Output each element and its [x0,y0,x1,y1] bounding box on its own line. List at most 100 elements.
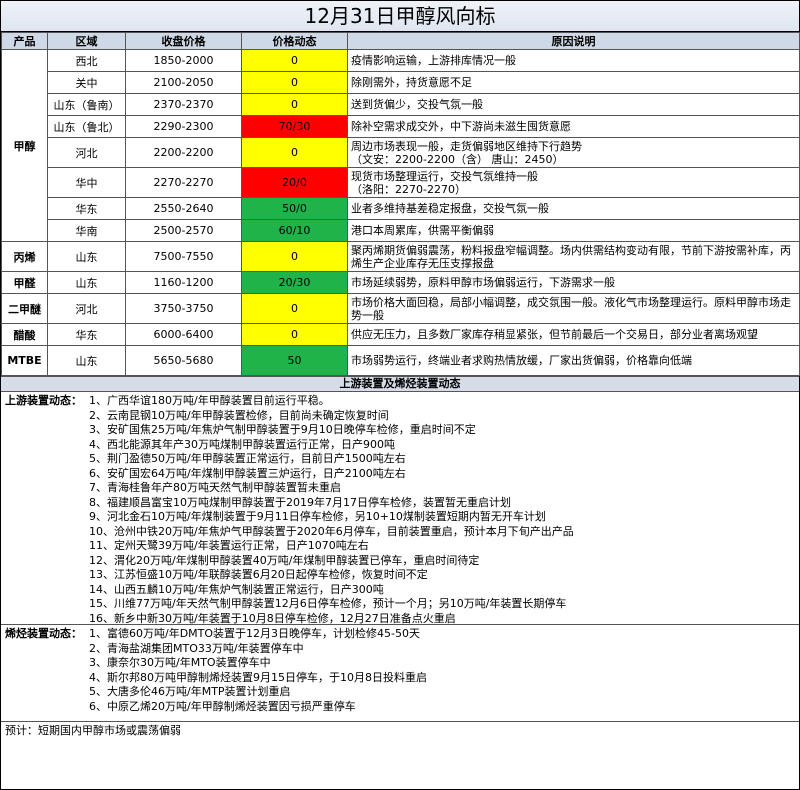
header-price: 收盘价格 [125,32,242,50]
reason-cell: 港口本周累库，供需平衡偏弱 [347,219,800,242]
list-item: 11、定州天鹭39万吨/年装置运行正常，日产1070吨左右 [89,539,369,552]
section-title: 上游装置及烯烃装置动态 [1,376,799,392]
reason-cell: 供应无压力，且多数厂家库存稍显紧张，但节前最后一个交易日，部分业者离场观望 [347,323,800,346]
upstream-label: 上游装置动态： [5,394,82,407]
region-cell: 西北 [47,49,126,72]
dynamic-cell: 60/10 [241,219,348,242]
forecast-text: 预计：短期国内甲醇市场或震荡偏弱 [5,724,181,737]
olefin-label: 烯烃装置动态： [5,627,82,640]
list-item: 4、斯尔邦80万吨甲醇制烯烃装置9月15日停车，于10月8日投料重启 [89,670,427,684]
region-cell: 河北 [47,293,126,324]
region-cell: 山东 [47,345,126,376]
region-cell: 华东 [47,323,126,346]
list-item: 5、大唐多伦46万吨/年MTP装置计划重启 [89,685,291,698]
report-sheet: 12月31日甲醇风向标 产品 区域 收盘价格 价格动态 原因说明 甲醇 西北 185… [0,0,800,790]
reason-cell: 市场延续弱势，原料甲醇市场偏弱运行，下游需求一般 [347,271,800,294]
table-row: 山东（鲁北） 2290-2300 70/30 除补空需求成交外，中下游尚未滋生囤货意愿 [2,115,800,138]
price-cell: 2290-2300 [125,115,242,138]
reason-cell: 除刚需外，持货意愿不足 [347,71,800,94]
dynamic-cell: 0 [241,71,348,94]
table-row: MTBE 山东 5650-5680 50 市场弱势运行，终端业者求购热情放缓，厂家出货偏… [1,345,800,376]
page-title: 12月31日甲醇风向标 [1,1,799,32]
region-cell: 华东 [47,197,126,220]
table-row: 关中 2100-2050 0 除刚需外，持货意愿不足 [2,71,800,94]
product-cell: 醋酸 [1,323,48,346]
dynamic-cell: 0 [241,93,348,116]
upstream-block: 上游装置动态： 1、广西华谊180万吨/年甲醇装置目前运行平稳。 2、云南昆钢10… [1,392,799,625]
table-row: 华南 2500-2570 60/10 港口本周累库，供需平衡偏弱 [2,219,800,242]
table-header-row: 产品 区域 收盘价格 价格动态 原因说明 [1,32,800,50]
olefin-list: 1、富德60万吨/年DMTO装置于12月3日晚停车，计划检修45-50天 2、青海… [89,627,795,714]
table-row: 甲醛 山东 1160-1200 20/30 市场延续弱势，原料甲醇市场偏弱运行，下游需求… [1,271,800,294]
product-cell: 甲醛 [1,271,48,294]
price-cell: 5650-5680 [125,345,242,376]
price-cell: 1850-2000 [125,49,242,72]
dynamic-cell: 0 [241,293,348,324]
dynamic-cell: 0 [241,49,348,72]
dynamic-cell: 50/0 [241,197,348,220]
region-cell: 山东 [47,241,126,272]
list-item: 3、安矿国焦25万吨/年焦炉气制甲醇装置于9月10日晚停车检修，重启时间不定 [89,423,476,436]
list-item: 7、青海桂鲁年产80万吨天然气制甲醇装置暂未重启 [89,481,341,494]
table-row: 醋酸 华东 6000-6400 0 供应无压力，且多数厂家库存稍显紧张，但节前最后一个交… [1,323,800,346]
region-cell: 山东 [47,271,126,294]
product-cell: MTBE [1,345,48,376]
list-item: 12、渭化20万吨/年煤制甲醇装置40万吨/年煤制甲醇装置已停车，重启时间待定 [89,553,480,567]
list-item: 6、中原乙烯20万吨/年甲醇制烯烃装置因亏损严重停车 [89,699,356,713]
list-item: 2、青海盐湖集团MTO33万吨/年装置停车中 [89,641,304,655]
table-row: 甲醇 西北 1850-2000 0 疫情影响运输，上游排库情况一般 [1,49,800,242]
reason-cell: 现货市场整理运行，交投气氛维持一般 （洛阳：2270-2270） [347,167,800,198]
table-row: 华中 2270-2270 20/0 现货市场整理运行，交投气氛维持一般 （洛阳：227… [2,167,800,198]
region-cell: 关中 [47,71,126,94]
dynamic-cell: 20/0 [241,167,348,198]
table-row: 河北 2200-2200 0 周边市场表现一般，走货偏弱地区维持下行趋势 （文安：22… [2,137,800,168]
table-row: 丙烯 山东 7500-7550 0 聚丙烯期货偏弱震荡，粉料报盘窄幅调整。场内供需结构变… [1,241,800,272]
region-cell: 河北 [47,137,126,168]
price-cell: 2550-2640 [125,197,242,220]
header-dynamic: 价格动态 [241,32,348,50]
dynamic-cell: 0 [241,137,348,168]
reason-cell: 疫情影响运输，上游排库情况一般 [347,49,800,72]
list-item: 14、山西五麟10万吨/年焦炉气制装置正常运行，日产300吨 [89,582,384,596]
reason-cell: 市场价格大面回稳，局部小幅调整，成交氛围一般。液化气市场整理运行。原料甲醇市场走… [347,293,800,324]
header-product: 产品 [1,32,48,50]
list-item: 2、云南昆钢10万吨/年甲醇装置检修，目前尚未确定恢复时间 [89,408,389,422]
reason-cell: 除补空需求成交外，中下游尚未滋生囤货意愿 [347,115,800,138]
list-item: 1、富德60万吨/年DMTO装置于12月3日晚停车，计划检修45-50天 [89,627,420,640]
list-item: 8、福建顺昌富宝10万吨煤制甲醇装置于2019年7月17日停车检修，装置暂无重启… [89,495,511,509]
upstream-list: 1、广西华谊180万吨/年甲醇装置目前运行平稳。 2、云南昆钢10万吨/年甲醇装置… [89,394,795,626]
product-cell: 二甲醚 [1,293,48,324]
reason-cell: 聚丙烯期货偏弱震荡，粉料报盘窄幅调整。场内供需结构变动有限，节前下游按需补库，丙… [347,241,800,272]
region-cell: 山东（鲁北） [47,115,126,138]
price-cell: 2200-2200 [125,137,242,168]
reason-cell: 业者多维持基差稳定报盘，交投气氛一般 [347,197,800,220]
product-cell: 甲醇 [1,49,48,242]
list-item: 10、沧州中铁20万吨/年焦炉气甲醇装置于2020年6月停车，目前装置重启，预计… [89,524,574,538]
table-row: 山东（鲁南） 2370-2370 0 送到货偏少，交投气氛一般 [2,93,800,116]
price-cell: 2500-2570 [125,219,242,242]
price-cell: 3750-3750 [125,293,242,324]
product-cell: 丙烯 [1,241,48,272]
price-cell: 2100-2050 [125,71,242,94]
dynamic-cell: 50 [241,345,348,376]
list-item: 13、江苏恒盛10万吨/年联醇装置6月20日起停车检修，恢复时间不定 [89,568,428,581]
price-cell: 2370-2370 [125,93,242,116]
dynamic-cell: 0 [241,241,348,272]
list-item: 15、川维77万吨/年天然气制甲醇装置12月6日停车检修，预计一个月；另10万吨… [89,597,567,610]
dynamic-cell: 0 [241,323,348,346]
dynamic-cell: 20/30 [241,271,348,294]
list-item: 1、广西华谊180万吨/年甲醇装置目前运行平稳。 [89,394,330,407]
price-table: 产品 区域 收盘价格 价格动态 原因说明 甲醇 西北 1850-2000 0 疫情影响运… [1,32,800,376]
table-row: 华东 2550-2640 50/0 业者多维持基差稳定报盘，交投气氛一般 [2,197,800,220]
dynamic-cell: 70/30 [241,115,348,138]
olefin-block: 烯烃装置动态： 1、富德60万吨/年DMTO装置于12月3日晚停车，计划检修45… [1,625,799,722]
region-cell: 华南 [47,219,126,242]
list-item: 5、荆门盈德50万吨/年甲醇装置正常运行，目前日产1500吨左右 [89,452,406,465]
list-item: 4、西北能源其年产30万吨煤制甲醇装置运行正常，日产900吨 [89,437,395,451]
list-item: 6、安矿国宏64万吨/年煤制甲醇装置三炉运行，日产2100吨左右 [89,466,406,480]
list-item: 9、河北金石10万吨/年煤制装置于9月11日停车检修，另10+10煤制装置短期内… [89,510,546,523]
header-reason: 原因说明 [347,32,800,50]
header-region: 区域 [47,32,126,50]
reason-cell: 周边市场表现一般，走货偏弱地区维持下行趋势 （文安：2200-2200（含） 唐… [347,137,800,168]
price-cell: 7500-7550 [125,241,242,272]
